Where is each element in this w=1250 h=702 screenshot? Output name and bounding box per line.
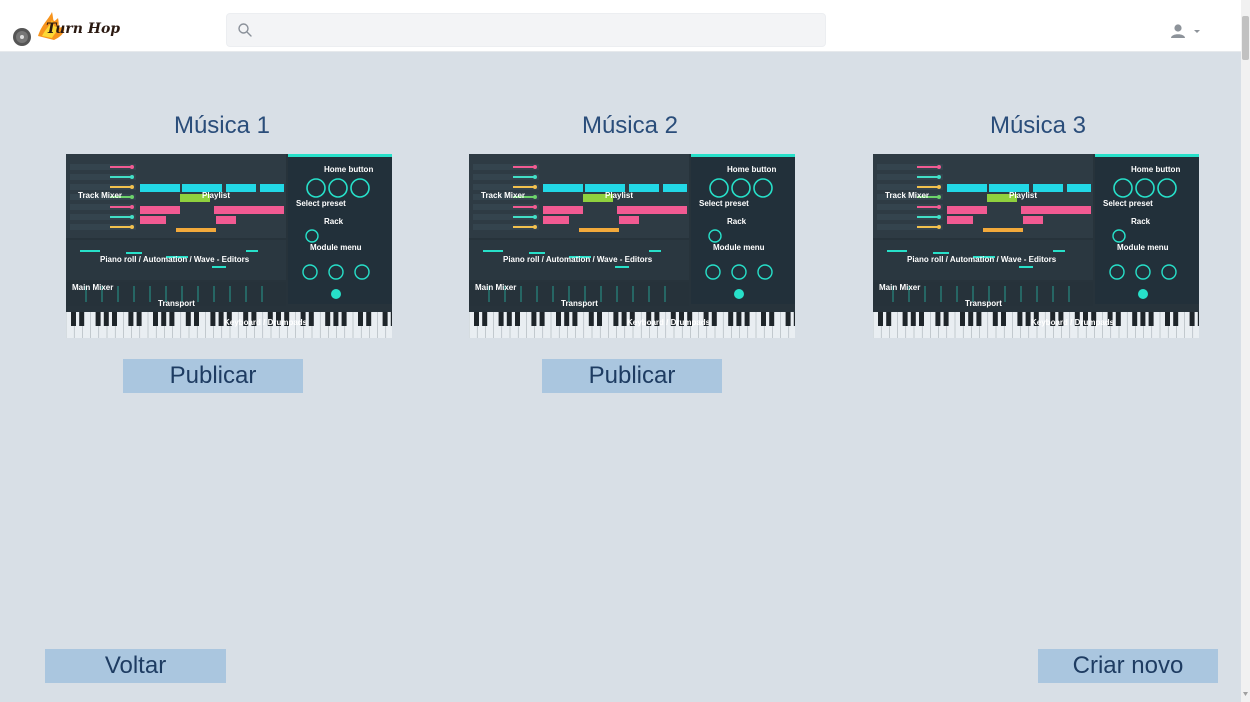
svg-text:Transport: Transport: [561, 299, 598, 308]
svg-text:Playlist: Playlist: [1009, 191, 1037, 200]
top-bar: Turn Hop: [0, 0, 1241, 52]
back-button[interactable]: Voltar: [45, 649, 226, 683]
search-input[interactable]: [263, 14, 819, 46]
track-thumbnail-1[interactable]: Track Mixer Playlist Home button Select pre…: [66, 154, 392, 338]
publish-button-2[interactable]: Publicar: [542, 359, 722, 393]
svg-text:Home button: Home button: [324, 165, 373, 174]
caret-down-icon: [1194, 30, 1200, 33]
publish-button-1[interactable]: Publicar: [123, 359, 303, 393]
svg-text:Transport: Transport: [158, 299, 195, 308]
svg-text:Keyboard / Drumpads: Keyboard / Drumpads: [224, 318, 308, 327]
app-logo[interactable]: Turn Hop: [8, 6, 124, 48]
svg-text:Module menu: Module menu: [1117, 243, 1169, 252]
svg-text:Home button: Home button: [727, 165, 776, 174]
logo-text: Turn Hop: [46, 21, 120, 37]
svg-text:Main Mixer: Main Mixer: [72, 283, 113, 292]
svg-text:Select preset: Select preset: [296, 199, 346, 208]
svg-text:Main Mixer: Main Mixer: [879, 283, 920, 292]
svg-text:Select preset: Select preset: [1103, 199, 1153, 208]
svg-text:Track Mixer: Track Mixer: [78, 191, 122, 200]
svg-text:Module menu: Module menu: [310, 243, 362, 252]
svg-text:Rack: Rack: [1131, 217, 1151, 226]
svg-text:Transport: Transport: [965, 299, 1002, 308]
daw-screenshot-image: Track Mixer Playlist Home button Select pre…: [469, 154, 795, 338]
user-icon: [1171, 24, 1185, 38]
svg-text:Track Mixer: Track Mixer: [481, 191, 525, 200]
search-bar[interactable]: [226, 13, 826, 47]
svg-text:Home button: Home button: [1131, 165, 1180, 174]
svg-text:Track Mixer: Track Mixer: [885, 191, 929, 200]
track-thumbnail-3[interactable]: Track Mixer Playlist Home button Select pre…: [873, 154, 1199, 338]
svg-text:Keyboard / Drumpads: Keyboard / Drumpads: [1031, 318, 1115, 327]
daw-screenshot-image: Track Mixer Playlist Home button Select pre…: [873, 154, 1199, 338]
svg-text:Playlist: Playlist: [605, 191, 633, 200]
main-content: Música 1 Track Mixer Playlist Home button S…: [8, 53, 1241, 702]
track-title-1: Música 1: [173, 112, 271, 139]
search-icon: [238, 23, 252, 37]
daw-screenshot-image: Track Mixer Playlist Home button Select pre…: [66, 154, 392, 338]
scroll-down-arrow-icon[interactable]: [1242, 690, 1249, 698]
vertical-scrollbar[interactable]: [1241, 0, 1250, 702]
svg-text:Piano roll / Automation / Wave: Piano roll / Automation / Wave - Editors: [503, 255, 653, 264]
svg-text:Piano roll / Automation / Wave: Piano roll / Automation / Wave - Editors: [907, 255, 1057, 264]
track-thumbnail-2[interactable]: Track Mixer Playlist Home button Select pre…: [469, 154, 795, 338]
svg-text:Rack: Rack: [727, 217, 747, 226]
svg-text:Main Mixer: Main Mixer: [475, 283, 516, 292]
track-title-3: Música 3: [989, 112, 1087, 139]
create-new-button[interactable]: Criar novo: [1038, 649, 1218, 683]
track-title-2: Música 2: [581, 112, 679, 139]
svg-text:Select preset: Select preset: [699, 199, 749, 208]
svg-text:Piano roll / Automation / Wave: Piano roll / Automation / Wave - Editors: [100, 255, 250, 264]
user-menu[interactable]: [1168, 22, 1208, 42]
svg-text:Keyboard / Drumpads: Keyboard / Drumpads: [627, 318, 711, 327]
svg-text:Playlist: Playlist: [202, 191, 230, 200]
svg-text:Rack: Rack: [324, 217, 344, 226]
svg-text:Module menu: Module menu: [713, 243, 765, 252]
scrollbar-thumb[interactable]: [1242, 16, 1249, 60]
